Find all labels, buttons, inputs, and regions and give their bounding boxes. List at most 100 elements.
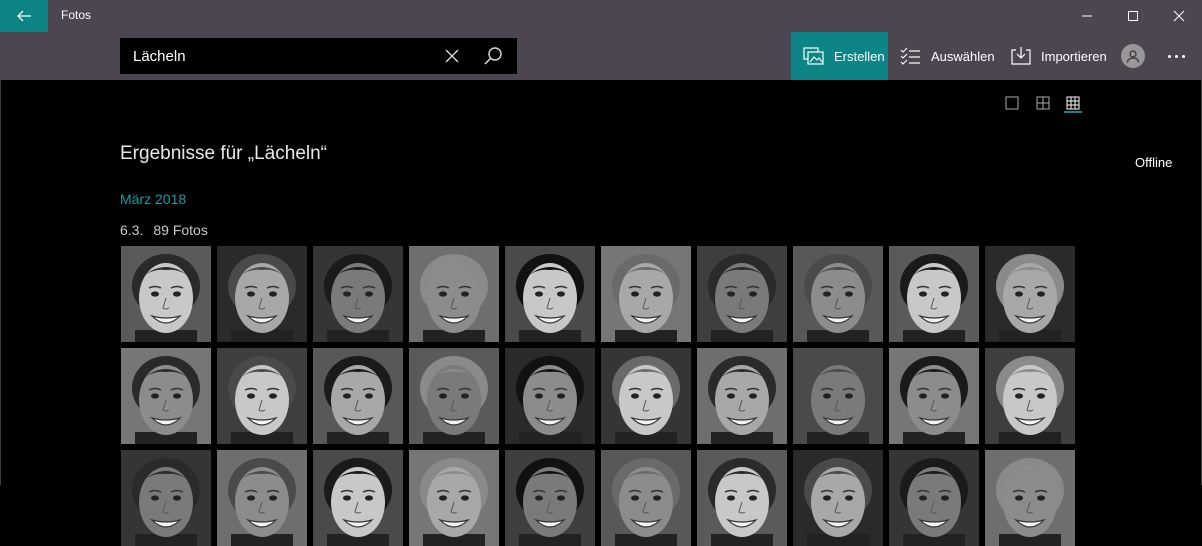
face-photo xyxy=(313,348,403,444)
select-list-icon xyxy=(900,47,920,65)
close-button[interactable] xyxy=(1156,0,1202,32)
select-button[interactable]: Auswählen xyxy=(898,32,995,80)
photo-count: 89 Fotos xyxy=(153,222,208,238)
face-photo xyxy=(985,348,1075,444)
search-box[interactable]: Lächeln xyxy=(120,38,517,74)
clear-search-button[interactable] xyxy=(442,46,462,66)
face-photo xyxy=(697,348,787,444)
photo-thumbnail[interactable] xyxy=(121,348,211,444)
app-title: Fotos xyxy=(61,8,92,22)
photo-thumbnail[interactable] xyxy=(505,450,595,546)
face-photo xyxy=(409,348,499,444)
account-button[interactable] xyxy=(1121,44,1145,68)
photo-thumbnail[interactable] xyxy=(889,450,979,546)
create-slideshow-icon xyxy=(803,47,824,65)
title-bar: Fotos xyxy=(0,0,1202,32)
face-photo xyxy=(601,348,691,444)
face-photo xyxy=(793,450,883,546)
face-photo xyxy=(217,348,307,444)
clear-x-icon xyxy=(445,49,459,63)
window-border-left xyxy=(0,80,1,485)
month-header[interactable]: März 2018 xyxy=(120,191,186,207)
face-photo xyxy=(889,246,979,342)
photo-thumbnail[interactable] xyxy=(793,450,883,546)
face-photo xyxy=(889,450,979,546)
more-dot-icon xyxy=(1174,54,1178,58)
face-photo xyxy=(697,450,787,546)
face-photo xyxy=(217,246,307,342)
photo-thumbnail[interactable] xyxy=(793,348,883,444)
face-photo xyxy=(409,246,499,342)
minimize-button[interactable] xyxy=(1064,0,1110,32)
face-photo xyxy=(601,246,691,342)
search-button[interactable] xyxy=(482,45,504,67)
results-title: Ergebnisse für „Lächeln“ xyxy=(120,143,327,164)
view-small-grid-button[interactable] xyxy=(1063,93,1083,113)
small-grid-icon xyxy=(1066,96,1080,110)
create-button[interactable]: Erstellen xyxy=(791,32,888,80)
face-photo xyxy=(217,450,307,546)
face-photo xyxy=(793,246,883,342)
face-photo xyxy=(121,450,211,546)
photo-thumbnail[interactable] xyxy=(313,348,403,444)
search-input[interactable]: Lächeln xyxy=(133,48,186,65)
photo-thumbnail[interactable] xyxy=(793,246,883,342)
face-photo xyxy=(985,246,1075,342)
view-selected-indicator xyxy=(1064,111,1082,113)
photo-thumbnail[interactable] xyxy=(121,450,211,546)
person-icon xyxy=(1126,50,1140,63)
more-dot-icon xyxy=(1167,54,1171,58)
photo-thumbnail[interactable] xyxy=(889,246,979,342)
face-photo xyxy=(505,348,595,444)
photo-thumbnail[interactable] xyxy=(313,450,403,546)
minimize-icon xyxy=(1082,15,1092,17)
photo-thumbnail[interactable] xyxy=(601,348,691,444)
maximize-icon xyxy=(1128,11,1138,21)
view-single-button[interactable] xyxy=(1002,93,1022,113)
photo-thumbnail[interactable] xyxy=(505,348,595,444)
photo-thumbnail[interactable] xyxy=(217,246,307,342)
photo-thumbnail[interactable] xyxy=(409,246,499,342)
maximize-button[interactable] xyxy=(1110,0,1156,32)
face-photo xyxy=(121,348,211,444)
photo-thumbnail[interactable] xyxy=(313,246,403,342)
photo-thumbnail[interactable] xyxy=(409,348,499,444)
date-group-header: 6.3. 89 Fotos xyxy=(120,222,208,238)
photo-thumbnail[interactable] xyxy=(601,246,691,342)
face-photo xyxy=(793,348,883,444)
photo-thumbnail[interactable] xyxy=(409,450,499,546)
photo-thumbnail[interactable] xyxy=(985,450,1075,546)
back-arrow-icon xyxy=(17,10,31,22)
select-label: Auswählen xyxy=(931,48,995,64)
create-label: Erstellen xyxy=(834,48,885,64)
search-icon xyxy=(484,47,502,65)
photo-thumbnail[interactable] xyxy=(697,246,787,342)
face-photo xyxy=(409,450,499,546)
import-button[interactable]: Importieren xyxy=(1008,32,1107,80)
face-photo xyxy=(313,450,403,546)
photo-thumbnail[interactable] xyxy=(697,348,787,444)
photo-thumbnail[interactable] xyxy=(601,450,691,546)
face-photo xyxy=(697,246,787,342)
close-icon xyxy=(1173,10,1185,22)
face-photo xyxy=(505,246,595,342)
photo-thumbnail[interactable] xyxy=(217,450,307,546)
view-medium-grid-button[interactable] xyxy=(1033,93,1053,113)
offline-status: Offline xyxy=(1135,155,1173,170)
face-photo xyxy=(889,348,979,444)
face-photo xyxy=(313,246,403,342)
back-button[interactable] xyxy=(0,0,48,32)
more-dot-icon xyxy=(1181,54,1185,58)
photo-thumbnail[interactable] xyxy=(985,246,1075,342)
more-options-button[interactable] xyxy=(1160,46,1192,66)
medium-grid-icon xyxy=(1036,96,1050,110)
photo-thumbnail[interactable] xyxy=(889,348,979,444)
toolbar: Lächeln Erstellen Auswählen Importieren xyxy=(0,32,1202,80)
photo-thumbnail[interactable] xyxy=(697,450,787,546)
single-view-icon xyxy=(1005,96,1019,110)
photo-thumbnail[interactable] xyxy=(121,246,211,342)
photo-thumbnail[interactable] xyxy=(217,348,307,444)
face-photo xyxy=(505,450,595,546)
photo-thumbnail[interactable] xyxy=(505,246,595,342)
photo-thumbnail[interactable] xyxy=(985,348,1075,444)
